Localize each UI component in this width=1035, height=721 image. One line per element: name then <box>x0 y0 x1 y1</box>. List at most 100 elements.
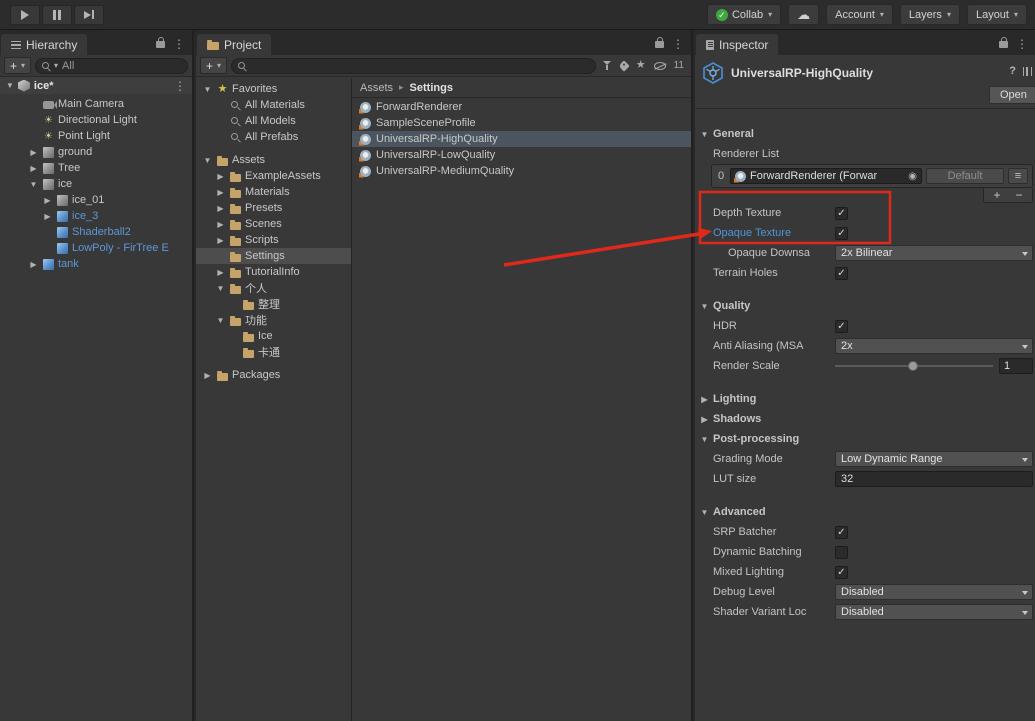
section-header-lighting[interactable]: ▶Lighting <box>695 389 1035 409</box>
presets-icon[interactable] <box>1023 67 1032 76</box>
save-search-icon[interactable]: ★ <box>636 60 646 71</box>
play-button[interactable] <box>10 5 40 25</box>
hierarchy-item-shaderball2[interactable]: Shaderball2 <box>0 224 192 240</box>
foldout-arrow[interactable]: ▶ <box>215 172 226 181</box>
hdr-checkbox[interactable]: ✓ <box>835 320 848 333</box>
opaque-downsa-dropdown[interactable]: 2x Bilinear <box>835 245 1033 261</box>
foldout-arrow[interactable]: ▼ <box>699 435 710 444</box>
foldout-arrow[interactable]: ▶ <box>42 212 53 221</box>
tab-hierarchy[interactable]: Hierarchy <box>1 34 87 55</box>
foldout-arrow[interactable]: ▶ <box>215 188 226 197</box>
hierarchy-item-ice-01[interactable]: ▶ice_01 <box>0 192 192 208</box>
file-forwardrenderer[interactable]: ForwardRenderer <box>352 99 691 115</box>
project-folder-favorites[interactable]: ▼Favorites <box>196 81 351 97</box>
object-picker-icon[interactable]: ◉ <box>908 171 917 182</box>
project-folder-item[interactable]: ▼个人 <box>196 280 351 296</box>
project-folder-item[interactable]: 卡通 <box>196 344 351 360</box>
project-folder-settings[interactable]: Settings <box>196 248 351 264</box>
project-folder-packages[interactable]: ▶Packages <box>196 367 351 383</box>
project-search-input[interactable] <box>231 58 596 74</box>
project-folder-all-materials[interactable]: All Materials <box>196 97 351 113</box>
foldout-arrow[interactable]: ▶ <box>42 196 53 205</box>
section-header-post-processing[interactable]: ▼Post-processing <box>695 429 1035 449</box>
hierarchy-item-tree[interactable]: ▶Tree <box>0 160 192 176</box>
project-folder-materials[interactable]: ▶Materials <box>196 184 351 200</box>
project-folder-scripts[interactable]: ▶Scripts <box>196 232 351 248</box>
hierarchy-item-ice[interactable]: ▼ice <box>0 176 192 192</box>
mixed-lighting-checkbox[interactable]: ✓ <box>835 566 848 579</box>
slider-thumb[interactable] <box>908 361 918 371</box>
create-asset-button[interactable]: +▾ <box>200 57 227 74</box>
hidden-packages-icon[interactable] <box>654 62 666 70</box>
foldout-arrow[interactable]: ▶ <box>215 268 226 277</box>
project-folder-presets[interactable]: ▶Presets <box>196 200 351 216</box>
foldout-arrow[interactable]: ▶ <box>202 371 213 380</box>
file-universalrp-highquality[interactable]: UniversalRP-HighQuality <box>352 131 691 147</box>
foldout-arrow[interactable]: ▼ <box>6 81 14 90</box>
renderer-list-row[interactable]: 0ForwardRenderer (Forwar◉Default≡ <box>712 165 1032 187</box>
project-folder-assets[interactable]: ▼Assets <box>196 152 351 168</box>
scene-menu-icon[interactable]: ⋮ <box>174 80 186 92</box>
section-header-shadows[interactable]: ▶Shadows <box>695 409 1035 429</box>
layers-dropdown[interactable]: Layers▾ <box>900 4 960 25</box>
project-folder-all-prefabs[interactable]: All Prefabs <box>196 129 351 145</box>
hierarchy-item-ground[interactable]: ▶ground <box>0 144 192 160</box>
remove-renderer-button[interactable]: − <box>1008 188 1030 201</box>
search-by-type-icon[interactable] <box>603 61 612 70</box>
render-scale-slider[interactable] <box>835 358 993 374</box>
section-header-general[interactable]: ▼General <box>695 124 1035 144</box>
help-icon[interactable]: ? <box>1009 65 1016 77</box>
hierarchy-item-ice-3[interactable]: ▶ice_3 <box>0 208 192 224</box>
foldout-arrow[interactable]: ▼ <box>202 85 213 94</box>
foldout-arrow[interactable]: ▶ <box>699 415 710 424</box>
project-folder-ice[interactable]: Ice <box>196 328 351 344</box>
project-folder-scenes[interactable]: ▶Scenes <box>196 216 351 232</box>
grading-mode-dropdown[interactable]: Low Dynamic Range <box>835 451 1033 467</box>
foldout-arrow[interactable]: ▶ <box>215 204 226 213</box>
file-universalrp-lowquality[interactable]: UniversalRP-LowQuality <box>352 147 691 163</box>
project-folder-tutorialinfo[interactable]: ▶TutorialInfo <box>196 264 351 280</box>
anti-aliasing-msa-dropdown[interactable]: 2x <box>835 338 1033 354</box>
pause-button[interactable] <box>42 5 72 25</box>
project-folder-all-models[interactable]: All Models <box>196 113 351 129</box>
shader-variant-loc-dropdown[interactable]: Disabled <box>835 604 1033 620</box>
terrain-holes-checkbox[interactable]: ✓ <box>835 267 848 280</box>
render-scale-value[interactable]: 1 <box>999 358 1033 374</box>
row-menu-icon[interactable]: ≡ <box>1008 168 1028 184</box>
breadcrumb-current[interactable]: Settings <box>410 82 453 94</box>
foldout-arrow[interactable]: ▼ <box>215 284 226 293</box>
default-button[interactable]: Default <box>926 168 1004 184</box>
renderer-object-field[interactable]: ForwardRenderer (Forwar◉ <box>730 168 922 184</box>
hierarchy-search-input[interactable]: ▾ All <box>35 58 188 74</box>
debug-level-dropdown[interactable]: Disabled <box>835 584 1033 600</box>
step-button[interactable] <box>74 5 104 25</box>
file-universalrp-mediumquality[interactable]: UniversalRP-MediumQuality <box>352 163 691 179</box>
project-folder-item[interactable]: ▼功能 <box>196 312 351 328</box>
foldout-arrow[interactable]: ▶ <box>28 148 39 157</box>
foldout-arrow[interactable]: ▼ <box>215 316 226 325</box>
opaque-texture-checkbox[interactable]: ✓ <box>835 227 848 240</box>
search-by-label-icon[interactable] <box>618 60 629 71</box>
panel-menu-icon[interactable]: ⋮ <box>173 38 185 50</box>
hierarchy-item-point-light[interactable]: Point Light <box>0 128 192 144</box>
file-samplesceneprofile[interactable]: SampleSceneProfile <box>352 115 691 131</box>
depth-texture-checkbox[interactable]: ✓ <box>835 207 848 220</box>
hierarchy-item-directional-light[interactable]: Directional Light <box>0 112 192 128</box>
section-header-advanced[interactable]: ▼Advanced <box>695 502 1035 522</box>
dynamic-batching-checkbox[interactable] <box>835 546 848 559</box>
foldout-arrow[interactable]: ▼ <box>699 130 710 139</box>
foldout-arrow[interactable]: ▼ <box>202 156 213 165</box>
foldout-arrow[interactable]: ▶ <box>28 164 39 173</box>
hierarchy-item-main-camera[interactable]: Main Camera <box>0 96 192 112</box>
foldout-arrow[interactable]: ▶ <box>215 236 226 245</box>
lock-icon[interactable] <box>999 41 1008 48</box>
foldout-arrow[interactable]: ▼ <box>699 508 710 517</box>
srp-batcher-checkbox[interactable]: ✓ <box>835 526 848 539</box>
foldout-arrow[interactable]: ▼ <box>28 180 39 189</box>
scene-row[interactable]: ▼ ice* ⋮ <box>0 77 192 94</box>
panel-menu-icon[interactable]: ⋮ <box>1016 38 1028 50</box>
foldout-arrow[interactable]: ▶ <box>28 260 39 269</box>
hierarchy-item-lowpoly-firtree-e[interactable]: LowPoly - FirTree E <box>0 240 192 256</box>
cloud-button[interactable]: ☁ <box>788 4 819 25</box>
add-renderer-button[interactable]: + <box>986 188 1008 201</box>
